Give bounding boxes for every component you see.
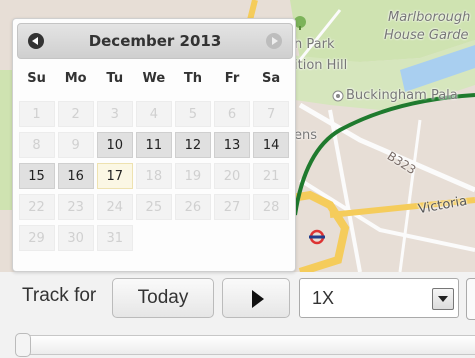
empty-day-cell — [175, 225, 211, 251]
speed-select[interactable]: 1X — [299, 278, 459, 318]
play-button[interactable] — [222, 278, 290, 318]
day-cell: 31 — [96, 225, 133, 251]
day-cell: 29 — [18, 225, 55, 251]
day-cell: 18 — [135, 163, 172, 189]
track-for-label: Track for — [22, 285, 97, 306]
datepicker: December 2013 Su Mo Tu We Th Fr Sa 1 2 3 4 5 6 7 8 9 10… — [12, 18, 296, 272]
day-cell: 9 — [57, 132, 94, 158]
day-cell: 6 — [214, 101, 251, 127]
day-cell: 19 — [174, 163, 211, 189]
day-cell[interactable]: 13 — [214, 132, 251, 158]
day-cell: 7 — [253, 101, 290, 127]
weekday-label: Sa — [262, 71, 281, 86]
speed-select-value: 1X — [312, 288, 335, 308]
empty-day-cell — [214, 225, 250, 251]
weekday-label: Fr — [224, 71, 240, 86]
slider-handle[interactable] — [15, 333, 31, 357]
day-cell: 21 — [253, 163, 290, 189]
empty-day-cell — [136, 225, 172, 251]
day-cell[interactable]: 12 — [174, 132, 211, 158]
map-label-ens: ens — [294, 128, 318, 143]
day-cell: 30 — [57, 225, 94, 251]
map-label-hill: ition Hill — [294, 58, 348, 73]
week-row: 1234567 — [17, 101, 291, 127]
week-row: 15 16 17 18 19 20 21 — [17, 163, 291, 189]
day-cell: 24 — [96, 194, 133, 220]
day-cell: 1 — [18, 101, 55, 127]
day-cell: 27 — [214, 194, 251, 220]
datepicker-grid: 1 2 3 4 5 6 7 8 9 10 11 12 13 14 15 16 17 18 19 20 21 22 23 24 2… — [17, 101, 291, 256]
week-row: 22 23 24 25 26 27 28 — [17, 194, 291, 220]
weekday-label: Th — [183, 71, 202, 86]
day-cell: 2 — [57, 101, 94, 127]
day-cell[interactable]: 14 — [253, 132, 290, 158]
day-cell: 4 — [135, 101, 172, 127]
map-label-house-garden: House Garde — [384, 28, 469, 43]
map-label-park: n Park — [294, 37, 335, 52]
play-icon — [252, 290, 264, 308]
empty-day-cell — [253, 225, 289, 251]
week-row: 8 9 10 11 12 13 14 — [17, 132, 291, 158]
week-row: 29 30 31 — [17, 225, 291, 251]
day-cell[interactable]: 10 — [96, 132, 133, 158]
weekday-label: Mo — [64, 71, 87, 86]
datepicker-title: December 2013 — [88, 32, 222, 50]
day-cell: 28 — [253, 194, 290, 220]
day-cell: 3 — [96, 101, 133, 127]
day-cell[interactable]: 15 — [18, 163, 55, 189]
timeline-slider[interactable] — [15, 333, 475, 357]
day-cell: 8 — [18, 132, 55, 158]
weekday-label: Tu — [106, 71, 124, 86]
day-cell[interactable]: 17 — [96, 163, 133, 189]
day-cell: 22 — [18, 194, 55, 220]
day-cell: 20 — [214, 163, 251, 189]
day-cell[interactable]: 11 — [135, 132, 172, 158]
map-label-buckingham: Buckingham Pala — [346, 88, 458, 103]
weekday-label: Su — [27, 71, 46, 86]
day-cell[interactable]: 16 — [57, 163, 94, 189]
day-cell: 23 — [57, 194, 94, 220]
weekday-header-row: Su Mo Tu We Th Fr Sa — [17, 71, 291, 86]
day-cell: 26 — [174, 194, 211, 220]
next-month-icon[interactable] — [266, 33, 282, 49]
weekday-label: We — [142, 71, 166, 86]
day-cell: 25 — [135, 194, 172, 220]
day-cell: 5 — [174, 101, 211, 127]
map-label-marlborough: Marlborough — [388, 10, 471, 25]
truncated-control[interactable] — [466, 278, 475, 320]
datepicker-header: December 2013 — [17, 23, 293, 59]
place-marker-icon — [332, 90, 344, 102]
today-button[interactable]: Today — [112, 278, 214, 318]
dropdown-arrow-icon[interactable] — [432, 288, 454, 310]
